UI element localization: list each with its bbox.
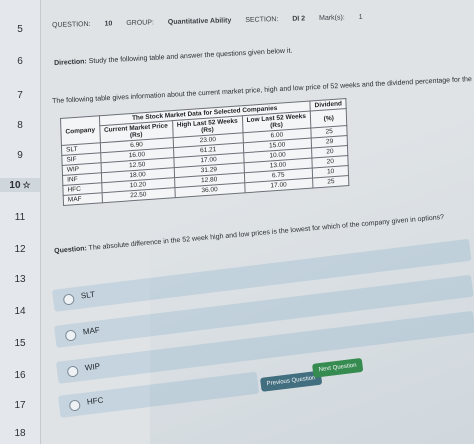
radio-button[interactable] <box>64 329 77 342</box>
direction-body: Study the following table and answer the… <box>88 47 293 66</box>
cell-dividend: 25 <box>312 175 350 189</box>
question-number-11[interactable]: 11 <box>0 212 40 223</box>
header-company: Company <box>60 115 100 146</box>
question-number-18[interactable]: 18 <box>0 428 40 439</box>
header-low-unit: (Rs) <box>270 121 283 130</box>
question-number-8[interactable]: 8 <box>0 120 40 131</box>
group-field: GROUP: Quantitative Ability <box>126 17 231 27</box>
question-label: Question: <box>54 245 88 255</box>
option-label: SLT <box>80 289 96 301</box>
question-value: 10 <box>104 20 113 28</box>
group-label: GROUP: <box>126 19 154 28</box>
question-number-17[interactable]: 17 <box>0 400 40 411</box>
stock-data-table: Company The Stock Market Data for Select… <box>60 97 350 206</box>
question-number-5[interactable]: 5 <box>0 24 40 35</box>
question-number-14[interactable]: 14 <box>0 306 40 317</box>
next-question-button[interactable]: Next Question <box>312 357 364 378</box>
question-info-bar: QUESTION: 10 GROUP: Quantitative Ability… <box>52 11 462 29</box>
question-number-6[interactable]: 6 <box>0 56 40 67</box>
header-high-unit: (Rs) <box>201 126 214 135</box>
question-panel: QUESTION: 10 GROUP: Quantitative Ability… <box>44 0 474 444</box>
question-number-16[interactable]: 16 <box>0 370 40 381</box>
cell-company: MAF <box>63 192 103 206</box>
question-label: QUESTION: <box>52 20 91 29</box>
radio-button[interactable] <box>68 399 81 412</box>
group-value: Quantitative Ability <box>167 17 232 26</box>
direction-text: Direction: Study the following table and… <box>54 39 454 67</box>
star-icon: ☆ <box>22 180 31 190</box>
option-label: MAF <box>82 325 101 337</box>
question-number-15[interactable]: 15 <box>0 338 40 349</box>
question-number-label: 10 <box>9 180 21 191</box>
marks-value: 1 <box>358 13 363 21</box>
marks-label: Mark(s): <box>319 14 345 23</box>
intro-text: The following table gives information ab… <box>52 73 474 105</box>
question-number-9[interactable]: 9 <box>0 150 40 161</box>
direction-label: Direction: <box>54 58 87 67</box>
option-label: WIP <box>84 361 101 373</box>
question-body: The absolute difference in the 52 week h… <box>88 213 445 252</box>
question-number-10[interactable]: 10 ☆ <box>0 178 40 192</box>
option-label: HFC <box>86 395 104 407</box>
section-value: DI 2 <box>292 15 306 23</box>
question-field: QUESTION: 10 <box>52 20 112 29</box>
section-field: SECTION: DI 2 <box>245 15 305 24</box>
section-label: SECTION: <box>245 16 279 24</box>
question-number-13[interactable]: 13 <box>0 274 40 285</box>
header-cmp-unit: (Rs) <box>129 131 143 140</box>
app-screen: 5 6 7 8 9 10 ☆ 11 12 13 14 15 16 17 18 QU… <box>0 0 474 444</box>
radio-button[interactable] <box>66 365 79 378</box>
marks-field: Mark(s): 1 <box>319 14 375 22</box>
question-number-sidebar: 5 6 7 8 9 10 ☆ 11 12 13 14 15 16 17 18 <box>0 0 41 444</box>
question-number-7[interactable]: 7 <box>0 90 40 101</box>
question-number-12[interactable]: 12 <box>0 244 40 255</box>
radio-button[interactable] <box>62 293 75 306</box>
stock-data-table-container: Company The Stock Market Data for Select… <box>60 97 350 206</box>
